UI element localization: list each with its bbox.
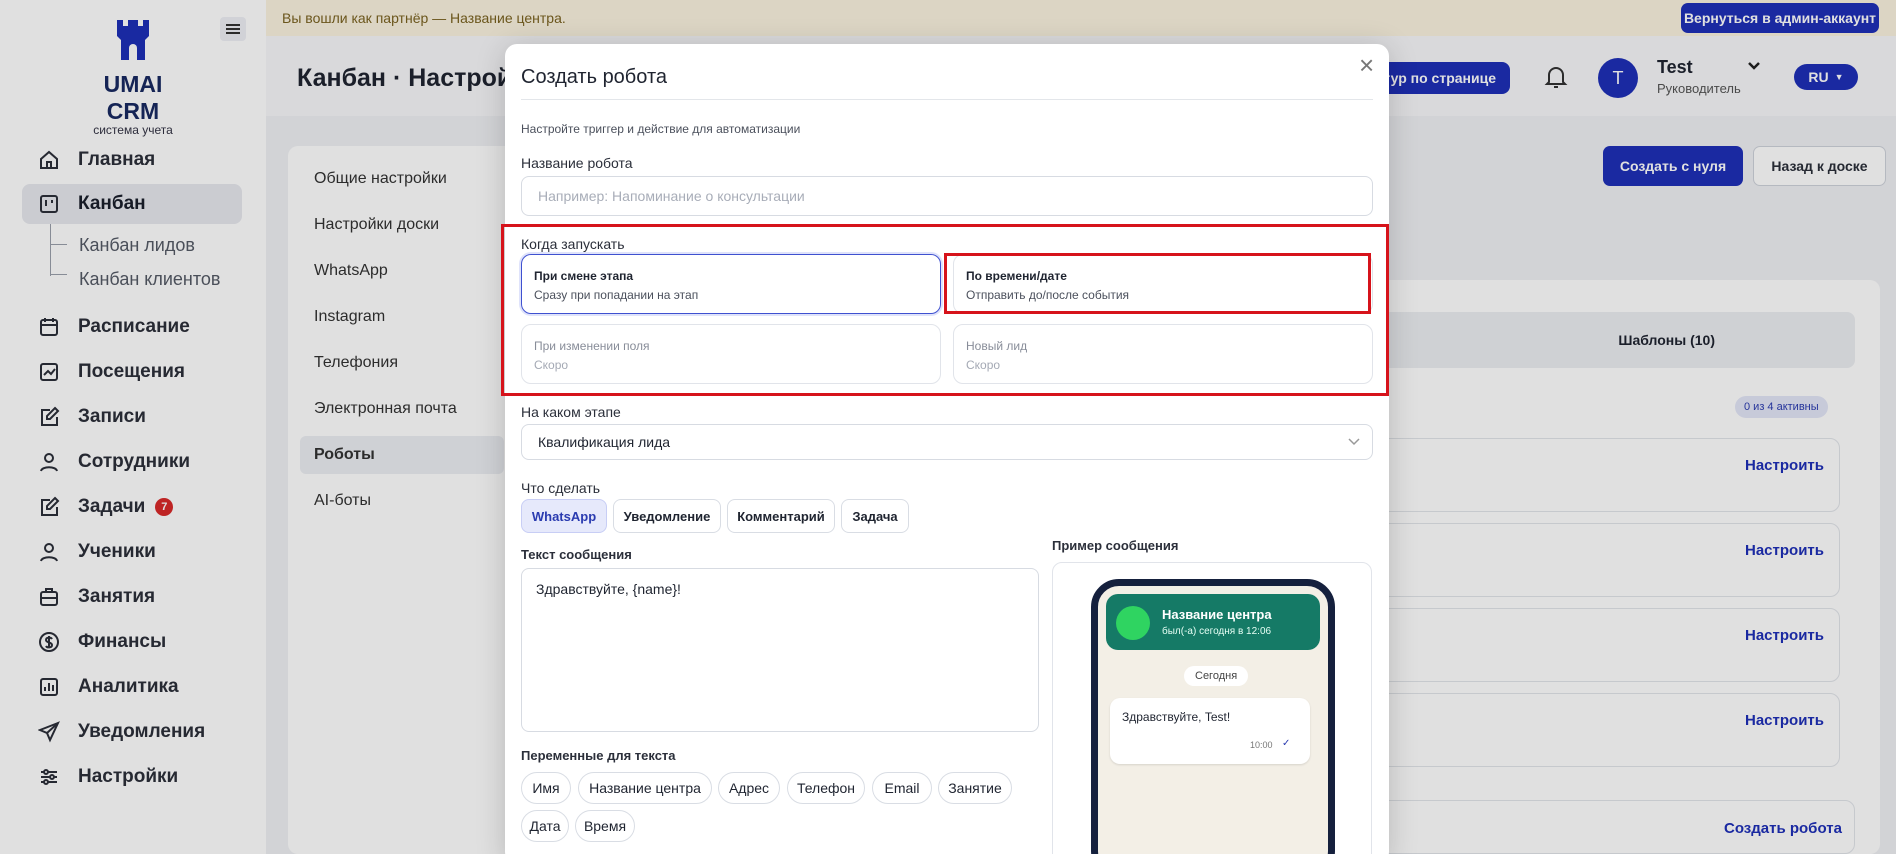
robot-name-label: Название робота	[521, 155, 633, 171]
action-notification[interactable]: Уведомление	[613, 499, 721, 533]
var-phone[interactable]: Телефон	[787, 772, 865, 804]
action-task[interactable]: Задача	[841, 499, 909, 533]
stage-label: На каком этапе	[521, 404, 621, 420]
action-whatsapp[interactable]: WhatsApp	[521, 499, 607, 533]
chat-status: был(-а) сегодня в 12:06	[1162, 626, 1272, 637]
stage-select[interactable]: Квалификация лида	[521, 424, 1373, 460]
chat-name: Название центра	[1162, 607, 1272, 622]
phone-mockup: Название центра был(-а) сегодня в 12:06 …	[1091, 579, 1335, 854]
preview-box: Название центра был(-а) сегодня в 12:06 …	[1052, 562, 1372, 854]
chat-avatar	[1116, 606, 1150, 640]
var-address[interactable]: Адрес	[718, 772, 780, 804]
bubble-text: Здравствуйте, Test!	[1122, 710, 1231, 724]
message-textarea[interactable]: Здравствуйте, {name}!	[521, 568, 1039, 732]
robot-name-input[interactable]: Например: Напоминание о консультации	[521, 176, 1373, 216]
highlight-trigger-by-time	[944, 253, 1371, 314]
bubble-time: 10:00	[1250, 740, 1273, 750]
modal-hint: Настройте триггер и действие для автомат…	[521, 122, 801, 136]
action-comment[interactable]: Комментарий	[727, 499, 835, 533]
var-date[interactable]: Дата	[521, 810, 569, 842]
stage-value: Квалификация лида	[538, 434, 671, 450]
action-label: Что сделать	[521, 480, 601, 496]
date-chip: Сегодня	[1184, 666, 1249, 686]
message-bubble: Здравствуйте, Test! 10:00 ✓	[1110, 698, 1310, 764]
var-time[interactable]: Время	[575, 810, 635, 842]
message-value: Здравствуйте, {name}!	[536, 581, 681, 597]
create-robot-modal: Создать робота × Настройте триггер и дей…	[505, 44, 1389, 854]
chevron-down-icon	[1348, 438, 1360, 446]
modal-title: Создать робота	[521, 66, 668, 88]
var-center-name[interactable]: Название центра	[578, 772, 712, 804]
variables-label: Переменные для текста	[521, 748, 676, 763]
var-lesson[interactable]: Занятие	[938, 772, 1012, 804]
preview-label: Пример сообщения	[1052, 538, 1179, 553]
divider	[521, 99, 1373, 100]
var-email[interactable]: Email	[872, 772, 932, 804]
close-icon[interactable]: ×	[1359, 50, 1374, 81]
message-label: Текст сообщения	[521, 547, 632, 562]
phone-notch	[1188, 580, 1240, 586]
var-name[interactable]: Имя	[521, 772, 571, 804]
chat-header: Название центра был(-а) сегодня в 12:06	[1106, 594, 1320, 650]
robot-name-placeholder: Например: Напоминание о консультации	[538, 188, 805, 204]
double-check-icon: ✓	[1282, 738, 1291, 749]
